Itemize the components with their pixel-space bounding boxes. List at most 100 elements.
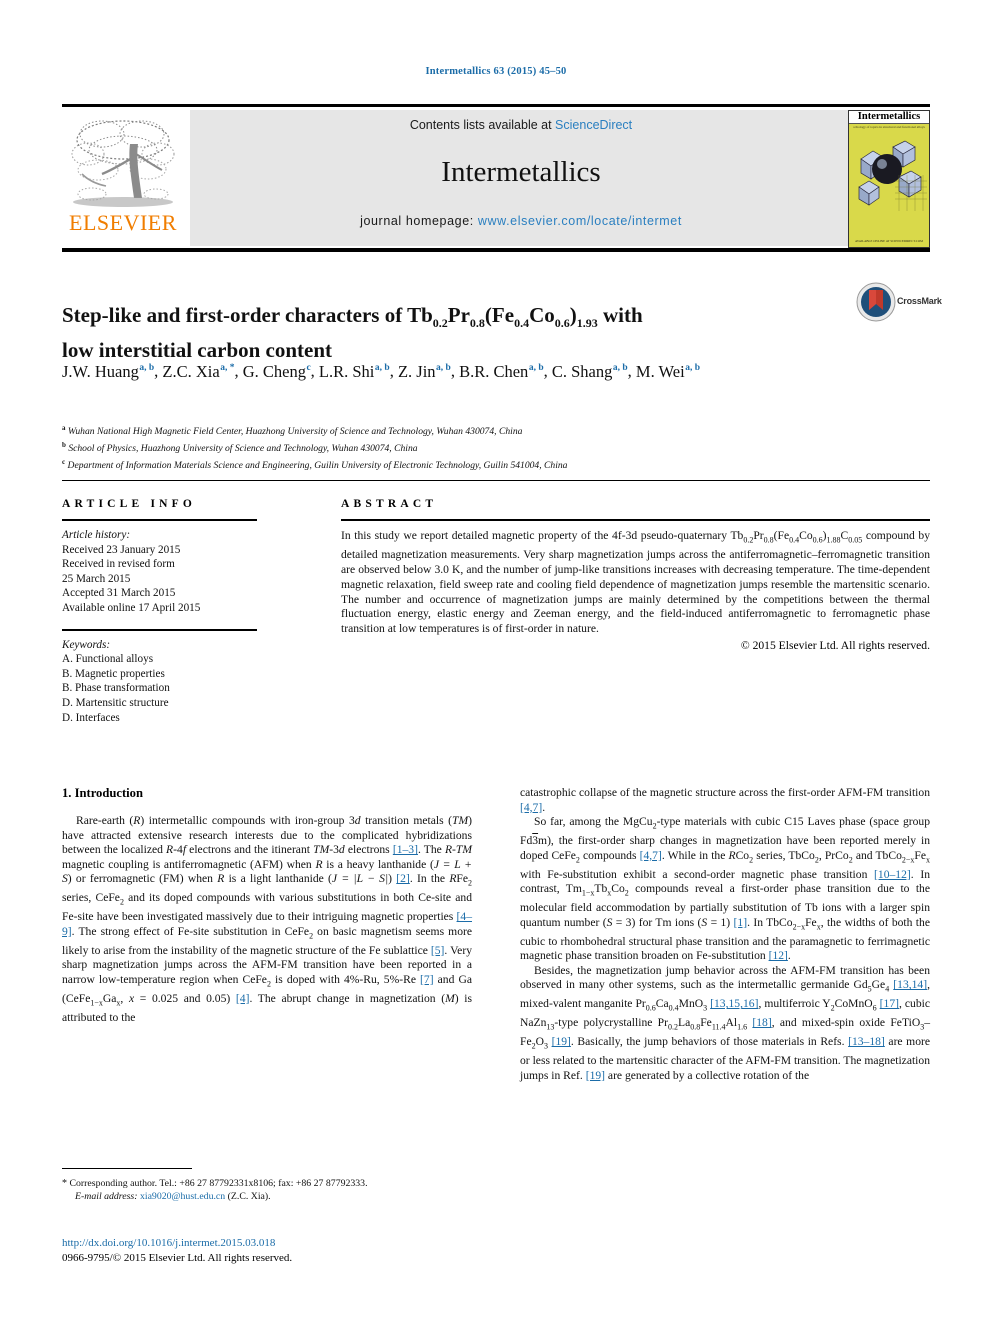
title-segment: Pr [447, 303, 470, 328]
citation-link[interactable]: [4,7] [520, 801, 542, 814]
crossmark-badge[interactable]: CrossMark [856, 282, 942, 324]
t: transition metals ( [360, 814, 452, 827]
title-segment: ) [569, 303, 577, 328]
body-column-left: 1. Introduction Rare-earth (R) intermeta… [62, 786, 472, 1025]
affiliation-item: b School of Physics, Huazhong University… [62, 439, 882, 456]
keywords-block: Keywords: A. Functional alloys B. Magnet… [62, 638, 292, 726]
t: is a heavy lanthanide ( [322, 857, 434, 871]
journal-article-page: Intermetallics 63 (2015) 45–50 ELSEVIER … [0, 0, 992, 1323]
title-subscript: 0.4 [514, 316, 530, 331]
t: is doped with 4%-Ru, 5%-Re [270, 972, 421, 986]
intro-paragraph-3: Besides, the magnetization jump behavior… [520, 964, 930, 1083]
citation-link[interactable]: [12] [769, 949, 788, 962]
citation-link[interactable]: [19] [586, 1069, 605, 1082]
citation-link[interactable]: [10–12] [874, 868, 911, 881]
abstract-text: In this study we report detailed magneti… [341, 529, 930, 637]
t: ) intermetallic compounds with iron-grou… [140, 814, 355, 827]
author-affiliation-marks: a, b [528, 363, 544, 373]
author-affiliation-marks: a, b [436, 363, 451, 373]
abstract-segment: Pr [753, 529, 764, 542]
author-entry: B.R. Chena, b [459, 362, 544, 381]
citation-link[interactable]: [18] [752, 1016, 771, 1029]
citation-link[interactable]: [7] [420, 973, 434, 986]
t: Tb [594, 882, 608, 896]
article-title: Step-like and first-order characters of … [62, 302, 802, 364]
article-info-heading: ARTICLE INFO [62, 498, 197, 510]
t: Al [725, 1016, 738, 1030]
t: Fe [805, 915, 817, 929]
t: electrons [344, 843, 393, 857]
citation-link[interactable]: [1] [734, 916, 748, 929]
journal-homepage-link[interactable]: www.elsevier.com/locate/intermet [478, 214, 682, 228]
citation-link[interactable]: [19] [552, 1035, 571, 1048]
abstract-copyright: © 2015 Elsevier Ltd. All rights reserved… [740, 638, 930, 652]
t: Rare-earth ( [76, 814, 134, 827]
title-segment: with [597, 303, 643, 328]
t: . [787, 949, 791, 963]
author-affiliation-marks: a, * [220, 363, 235, 373]
journal-homepage-line: journal homepage: www.elsevier.com/locat… [190, 214, 852, 228]
cover-footer-text: AVAILABLE ONLINE AT SCIENCEDIRECT.COM [855, 238, 923, 243]
history-item: Received in revised form [62, 558, 175, 571]
title-subscript: 0.6 [554, 316, 570, 331]
t: Fe [914, 848, 926, 862]
author-name: G. Cheng [242, 361, 306, 381]
t: = 1) [707, 915, 734, 929]
masthead-bottom-rule [62, 248, 930, 252]
email-label: E-mail address: [75, 1191, 138, 1202]
keyword-item: A. Functional alloys [62, 653, 154, 666]
abstract-heading: ABSTRACT [341, 498, 438, 510]
t: La [677, 1016, 691, 1030]
t: 1−x [581, 888, 595, 898]
author-name: C. Shang [551, 361, 613, 381]
author-entry: J.W. Huanga, b [62, 362, 154, 381]
running-head: Intermetallics 63 (2015) 45–50 [425, 66, 567, 77]
t: , and mixed-spin oxide FeTiO [771, 1016, 921, 1030]
t: O [535, 1035, 544, 1049]
contents-available-line: Contents lists available at ScienceDirec… [190, 118, 852, 132]
citation-link[interactable]: [5] [431, 944, 445, 957]
t: MnO [678, 997, 704, 1011]
citation-link[interactable]: [4,7] [640, 849, 662, 862]
t: catastrophic collapse of the magnetic st… [520, 786, 930, 799]
t: . [542, 800, 546, 814]
t: 1.6 [737, 1022, 748, 1032]
t: = 3) for Tm ions ( [612, 915, 702, 929]
citation-link[interactable]: [13,15,16] [710, 997, 758, 1010]
intro-paragraph-1-continued: catastrophic collapse of the magnetic st… [520, 786, 930, 815]
affiliation-item: a Wuhan National High Magnetic Field Cen… [62, 422, 882, 439]
title-segment: (Fe [484, 303, 515, 328]
citation-link[interactable]: [13–18] [848, 1035, 885, 1048]
doi-link[interactable]: http://dx.doi.org/10.1016/j.intermet.201… [62, 1236, 482, 1251]
t: , PrCo [818, 848, 849, 862]
abstract-segment: compound by detailed magnetization measu… [341, 529, 930, 636]
citation-link[interactable]: [4] [236, 992, 250, 1005]
sciencedirect-link[interactable]: ScienceDirect [555, 118, 632, 132]
email-link[interactable]: xia9020@hust.edu.cn [140, 1191, 225, 1202]
t: Ca [655, 997, 669, 1011]
t: ) or ferromagnetic (FM) when [67, 872, 218, 886]
t: = 0.025 and 0.05) [134, 991, 236, 1005]
t: . The [417, 843, 445, 857]
history-item: 25 March 2015 [62, 572, 131, 585]
elsevier-tree-icon [71, 120, 175, 207]
elsevier-logo: ELSEVIER [62, 110, 184, 246]
citation-link[interactable]: [1–3] [393, 843, 418, 856]
citation-link[interactable]: [17] [880, 997, 899, 1010]
citation-link[interactable]: [2] [396, 872, 410, 885]
t: magnetic coupling is antiferromagnetic (… [62, 857, 316, 871]
abstract-segment: Co [799, 529, 813, 542]
author-affiliation-marks: a, b [374, 363, 390, 373]
t: 1−x [90, 998, 103, 1008]
t: . In the [409, 872, 450, 886]
t: 2 [468, 878, 473, 888]
section-heading-introduction: 1. Introduction [62, 786, 143, 800]
issn-rights-line: 0966-9795/© 2015 Elsevier Ltd. All right… [62, 1252, 293, 1264]
abstract-subscript: 1.88 [826, 535, 841, 545]
author-entry: Z.C. Xiaa, * [162, 362, 234, 381]
t: and TbCo [852, 848, 902, 862]
intro-paragraph-2: So far, among the MgCu2-type materials w… [520, 815, 930, 964]
citation-link[interactable]: [13,14] [893, 978, 927, 991]
author-affiliation-marks: a, b [612, 363, 628, 373]
t: , multiferroic Y [758, 997, 831, 1011]
